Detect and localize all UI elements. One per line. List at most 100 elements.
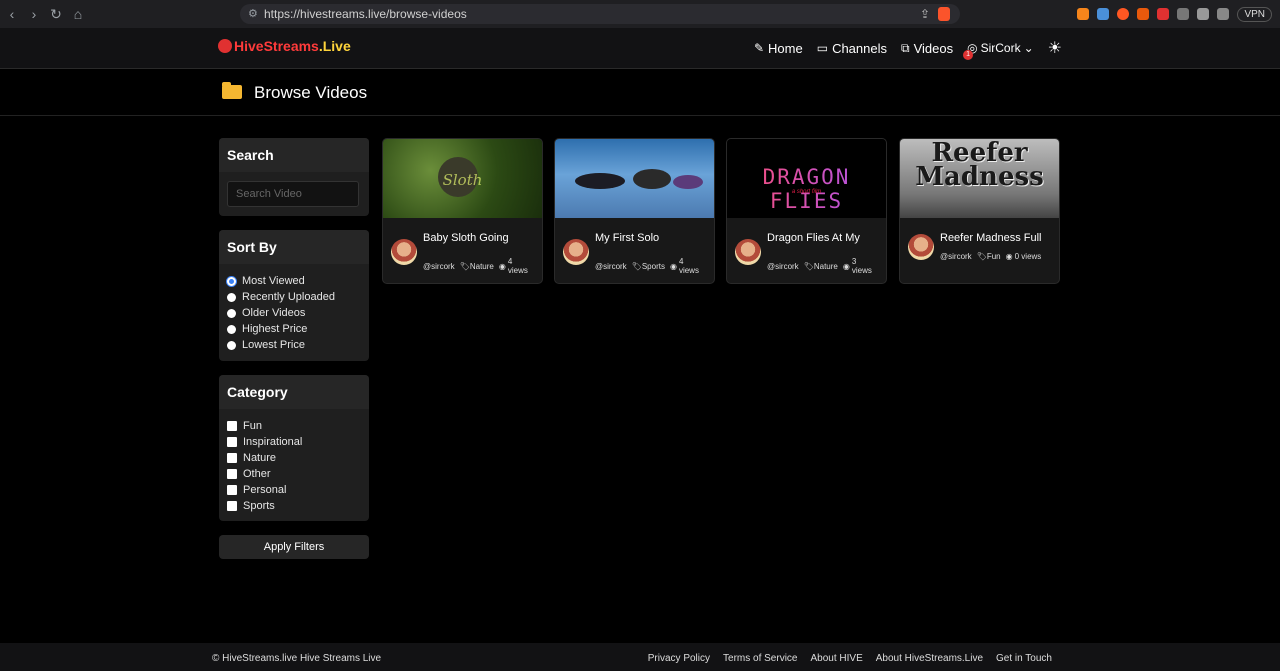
- category-option-other[interactable]: Other: [227, 468, 271, 480]
- address-bar[interactable]: ⚙ https://hivestreams.live/browse-videos…: [240, 4, 960, 24]
- nav-channels-label: Channels: [832, 40, 887, 56]
- skydiver-figure: [633, 169, 671, 189]
- eye-icon: ◉: [498, 261, 506, 271]
- radio-checked[interactable]: [227, 276, 236, 286]
- video-title[interactable]: Reefer Madness Full: [940, 232, 1042, 244]
- brave-shields-icon[interactable]: [938, 7, 950, 21]
- radio[interactable]: [227, 308, 236, 318]
- category-option-inspirational[interactable]: Inspirational: [227, 436, 302, 448]
- video-thumbnail[interactable]: DRAGON FLIES a short film: [727, 139, 886, 218]
- sort-option-recently-uploaded[interactable]: Recently Uploaded: [227, 291, 335, 303]
- video-card[interactable]: DRAGON FLIES a short film Dragon Flies A…: [726, 138, 887, 284]
- footer-link-terms[interactable]: Terms of Service: [723, 653, 797, 664]
- checkbox[interactable]: [227, 485, 237, 495]
- video-category: 🏷Nature: [459, 261, 494, 271]
- forward-icon[interactable]: ›: [24, 6, 44, 22]
- nav-home[interactable]: ✎ Home: [754, 41, 803, 56]
- radio[interactable]: [227, 324, 236, 334]
- sort-option-highest-price[interactable]: Highest Price: [227, 323, 307, 335]
- video-author[interactable]: @sircork: [423, 262, 455, 271]
- skydiver-figure: [575, 173, 625, 189]
- author-avatar[interactable]: [563, 239, 589, 265]
- search-heading: Search: [219, 138, 369, 172]
- video-category: 🏷Sports: [631, 261, 665, 271]
- share-icon[interactable]: ⇪: [920, 7, 930, 21]
- sort-option-older-videos[interactable]: Older Videos: [227, 307, 305, 319]
- site-header: Hive Streams .Live ✎ Home ▭ Channels ⧉ Videos…: [0, 28, 1280, 69]
- sort-option-lowest-price[interactable]: Lowest Price: [227, 339, 305, 351]
- video-card[interactable]: Sloth Baby Sloth Going @sircork 🏷Nature …: [382, 138, 543, 284]
- page-title-bar: Browse Videos: [0, 69, 1280, 116]
- user-name: SirCork: [980, 41, 1021, 55]
- logo-text-streams: Streams: [263, 38, 319, 54]
- tag-icon: 🏷: [631, 261, 642, 271]
- category-panel: Category Fun Inspirational Nature Other …: [219, 375, 369, 521]
- nav-channels[interactable]: ▭ Channels: [817, 41, 887, 56]
- wallet-icon[interactable]: [1217, 8, 1230, 20]
- video-title[interactable]: Baby Sloth Going: [423, 232, 509, 244]
- search-input[interactable]: [227, 181, 359, 207]
- radio[interactable]: [227, 292, 236, 302]
- video-card[interactable]: My First Solo @sircork 🏷Sports ◉ 4 views: [554, 138, 715, 284]
- top-nav: ✎ Home ▭ Channels ⧉ Videos 1 ◎ SirCork ⌄ ☀: [754, 28, 1062, 68]
- reload-icon[interactable]: ↻: [46, 6, 66, 23]
- sort-option-most-viewed[interactable]: Most Viewed: [227, 275, 305, 287]
- checkbox[interactable]: [227, 421, 237, 431]
- video-thumbnail[interactable]: [555, 139, 714, 218]
- extension-icon[interactable]: [1137, 8, 1150, 20]
- tag-icon: 🏷: [803, 261, 814, 271]
- vpn-button[interactable]: VPN: [1237, 6, 1272, 22]
- video-title[interactable]: My First Solo: [595, 232, 659, 244]
- search-panel: Search: [219, 138, 369, 216]
- theme-toggle-sun-icon[interactable]: ☀: [1048, 38, 1062, 58]
- category-option-nature[interactable]: Nature: [227, 452, 276, 464]
- video-author[interactable]: @sircork: [595, 262, 627, 271]
- translate-extension-icon[interactable]: [1097, 8, 1110, 20]
- metamask-extension-icon[interactable]: [1077, 8, 1090, 20]
- extension-icon[interactable]: [1117, 8, 1130, 20]
- footer-copyright: © HiveStreams.live Hive Streams Live: [212, 653, 382, 664]
- footer-link-privacy[interactable]: Privacy Policy: [648, 653, 710, 664]
- video-author[interactable]: @sircork: [767, 262, 799, 271]
- video-author[interactable]: @sircork: [940, 252, 972, 261]
- category-option-personal[interactable]: Personal: [227, 484, 286, 496]
- video-meta: @sircork 🏷Fun ◉ 0 views: [940, 252, 1041, 261]
- radio[interactable]: [227, 340, 236, 350]
- video-thumbnail[interactable]: Sloth: [383, 139, 542, 218]
- video-title[interactable]: Dragon Flies At My: [767, 232, 860, 244]
- category-heading: Category: [219, 375, 369, 409]
- logo-text-hive: Hive: [234, 38, 264, 54]
- home-icon[interactable]: ⌂: [68, 6, 88, 22]
- video-thumbnail[interactable]: Reefer Madness: [900, 139, 1059, 218]
- author-avatar[interactable]: [735, 239, 761, 265]
- checkbox[interactable]: [227, 453, 237, 463]
- category-option-sports[interactable]: Sports: [227, 500, 275, 512]
- site-settings-icon[interactable]: ⚙: [248, 7, 258, 20]
- site-logo[interactable]: Hive Streams .Live: [218, 38, 351, 54]
- author-avatar[interactable]: [908, 234, 934, 260]
- footer-link-about-hive[interactable]: About HIVE: [810, 653, 862, 664]
- author-avatar[interactable]: [391, 239, 417, 265]
- puzzle-icon[interactable]: [1177, 8, 1190, 20]
- nav-videos[interactable]: ⧉ Videos: [901, 41, 953, 56]
- back-icon[interactable]: ‹: [2, 6, 22, 22]
- video-views: ◉ 4 views: [669, 257, 699, 275]
- category-option-fun[interactable]: Fun: [227, 420, 262, 432]
- cast-icon: ▭: [816, 41, 829, 55]
- hive-keychain-icon[interactable]: [1157, 8, 1170, 20]
- url-text[interactable]: https://hivestreams.live/browse-videos: [264, 7, 467, 21]
- checkbox[interactable]: [227, 501, 237, 511]
- footer-link-about-hivestreams[interactable]: About HiveStreams.Live: [876, 653, 983, 664]
- footer-link-contact[interactable]: Get in Touch: [996, 653, 1052, 664]
- eye-icon: ◉: [842, 261, 850, 271]
- checkbox[interactable]: [227, 469, 237, 479]
- nav-videos-label: Videos: [913, 40, 954, 56]
- video-card[interactable]: Reefer Madness Reefer Madness Full @sirc…: [899, 138, 1060, 284]
- user-menu[interactable]: 1 ◎ SirCork ⌄: [963, 41, 1034, 60]
- apply-filters-button[interactable]: Apply Filters: [219, 535, 369, 559]
- checkbox[interactable]: [227, 437, 237, 447]
- tag-icon: 🏷: [976, 252, 987, 261]
- folder-icon: [222, 82, 242, 99]
- sidebar-icon[interactable]: [1197, 8, 1210, 20]
- video-meta: @sircork 🏷Nature ◉ 4 views: [423, 257, 528, 275]
